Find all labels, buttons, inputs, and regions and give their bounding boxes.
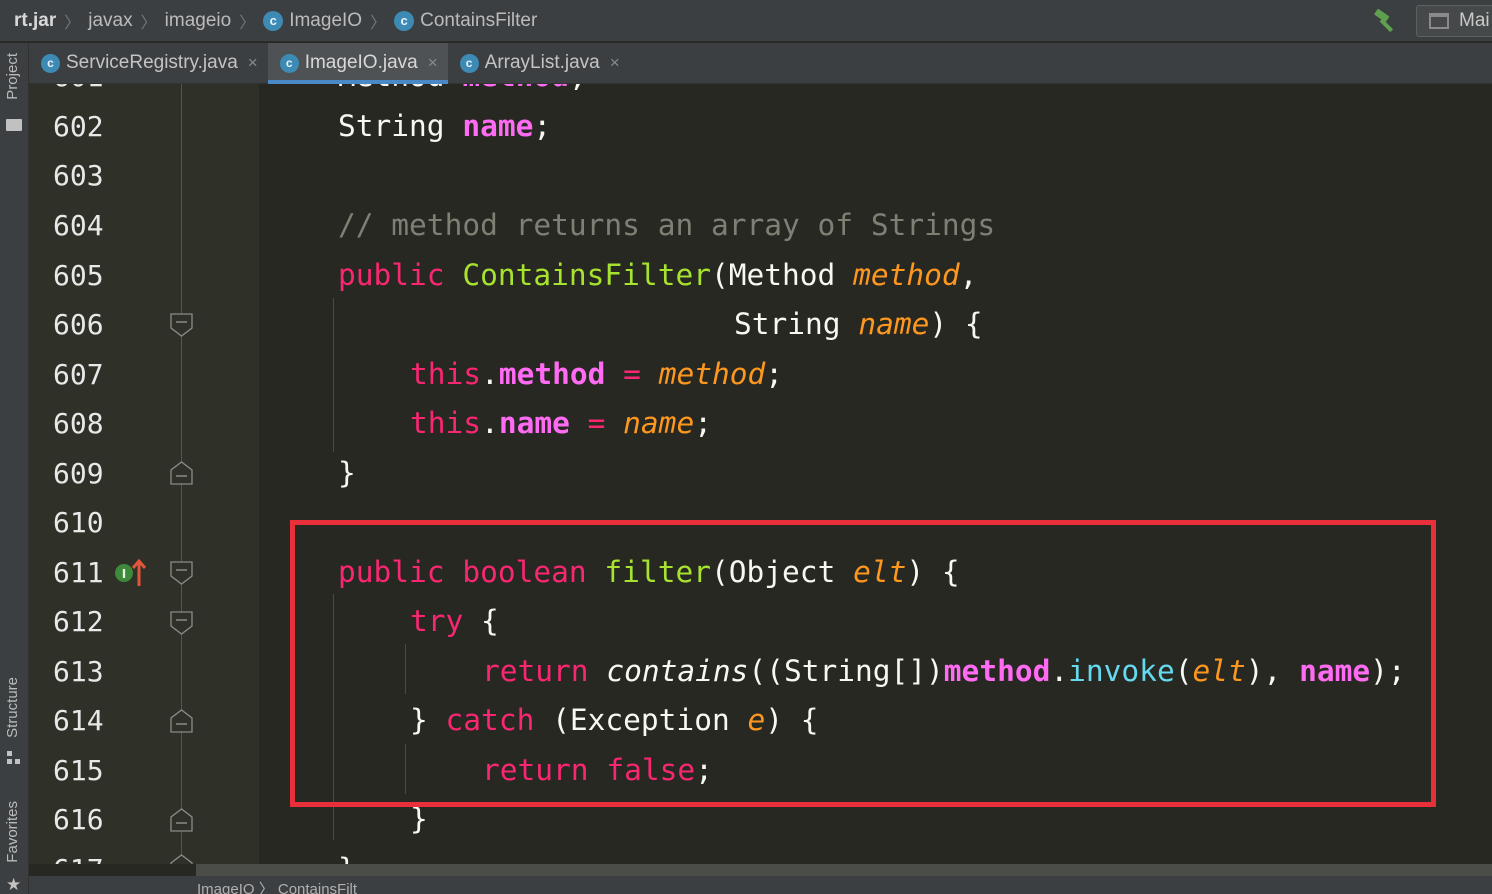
breadcrumb-separator: 〉 [370,14,387,32]
breadcrumb-label: javax [88,9,133,31]
structure-label: Structure [4,677,21,738]
code-line-606: String name) { [734,307,983,341]
code-line-607: this.method = method; [410,357,784,391]
breadcrumb-label: ContainsFilter [420,9,538,31]
favorites-label: Favorites [4,801,21,863]
line-number: 609 [53,457,104,490]
breadcrumb-label: imageio [164,9,232,31]
breadcrumb-javax[interactable]: javax [82,0,138,42]
class-icon: c [279,53,299,73]
line-number: 603 [53,159,104,192]
line-number: 616 [53,803,104,836]
breadcrumb-separator: 〉 [64,14,81,32]
fold-end-icon[interactable] [170,461,193,485]
breadcrumb-imageio[interactable]: imageio [159,0,238,42]
indent-guide [333,298,334,452]
project-label: Project [4,53,21,100]
left-tool-strip: Project Structure Favorites ★ [0,43,29,894]
code-line-609: } [338,456,356,490]
code-line-601: Method method; [338,84,587,102]
implements-method-icon[interactable]: I [113,558,149,588]
line-number: 602 [53,110,104,143]
line-number: 604 [53,209,104,242]
fold-collapse-icon[interactable] [170,611,193,635]
tab-serviceregistry[interactable]: c ServiceRegistry.java × [29,43,268,83]
line-number: 606 [53,308,104,341]
breadcrumb-imageio-class[interactable]: c ImageIO [257,0,368,42]
tab-arraylist[interactable]: c ArrayList.java × [448,43,630,83]
close-icon[interactable]: × [610,53,620,73]
code-line-617: } [338,845,356,864]
editor-tab-bar: c ServiceRegistry.java × c ImageIO.java … [29,43,1492,84]
star-icon: ★ [6,875,22,894]
close-icon[interactable]: × [428,53,438,73]
navigation-bar: rt.jar 〉 javax 〉 imageio 〉 c ImageIO 〉 cC… [0,0,1492,42]
line-number: 617 [53,845,143,864]
breadcrumb-separator: 〉 [140,14,157,32]
line-number: 613 [53,655,104,688]
code-line-605: public ContainsFilter(Method method, [338,258,978,292]
class-icon: c [263,10,284,31]
class-icon: c [41,53,60,73]
breadcrumb-label: rt.jar [14,9,57,31]
status-breadcrumb: ImageIO 〉 ContainsFilt [29,876,1492,894]
code-line-608: this.name = name; [410,406,712,440]
code-line-604: // method returns an array of Strings [338,208,996,242]
breadcrumb-rt-jar[interactable]: rt.jar [0,0,62,42]
line-number: 612 [53,605,104,638]
breadcrumb-label: ImageIO [289,9,363,31]
line-number: 615 [53,754,104,787]
tab-label: ArrayList.java [484,52,600,73]
fold-end-icon[interactable] [170,808,193,832]
line-number: 607 [53,358,104,391]
tab-imageio[interactable]: c ImageIO.java × [267,43,448,84]
run-configuration-selector[interactable]: Mai [1416,5,1492,37]
status-breadcrumb-text: ImageIO 〉 ContainsFilt [197,881,358,894]
line-number: 605 [53,259,104,292]
fold-end-icon[interactable] [170,854,193,864]
fold-end-icon[interactable] [170,709,193,733]
line-number: 614 [53,704,104,737]
class-icon: c [459,53,479,73]
tab-label: ImageIO.java [304,52,418,73]
line-number: 610 [53,506,104,539]
class-icon: c [394,10,415,31]
hammer-icon[interactable] [1372,9,1400,33]
structure-icon [7,751,20,764]
close-icon[interactable]: × [248,53,258,73]
horizontal-scrollbar[interactable] [196,864,1492,876]
editor-gutter[interactable]: 601 602 603 604 605 606 607 608 609 610 … [29,84,259,864]
window-icon [1429,13,1449,29]
tab-label: ServiceRegistry.java [66,52,238,73]
highlight-annotation-box [290,520,1436,807]
svg-text:I: I [122,567,126,581]
breadcrumb-containsfilter[interactable]: c ContainsFilter [388,0,543,42]
line-number: 601 [53,84,143,102]
code-line-602: String name; [338,109,552,143]
line-number: 608 [53,407,104,440]
run-configuration-label: Mai [1459,10,1490,31]
breadcrumb-separator: 〉 [239,14,256,32]
fold-collapse-icon[interactable] [170,313,193,337]
fold-collapse-icon[interactable] [170,561,193,585]
folder-icon [6,119,22,131]
